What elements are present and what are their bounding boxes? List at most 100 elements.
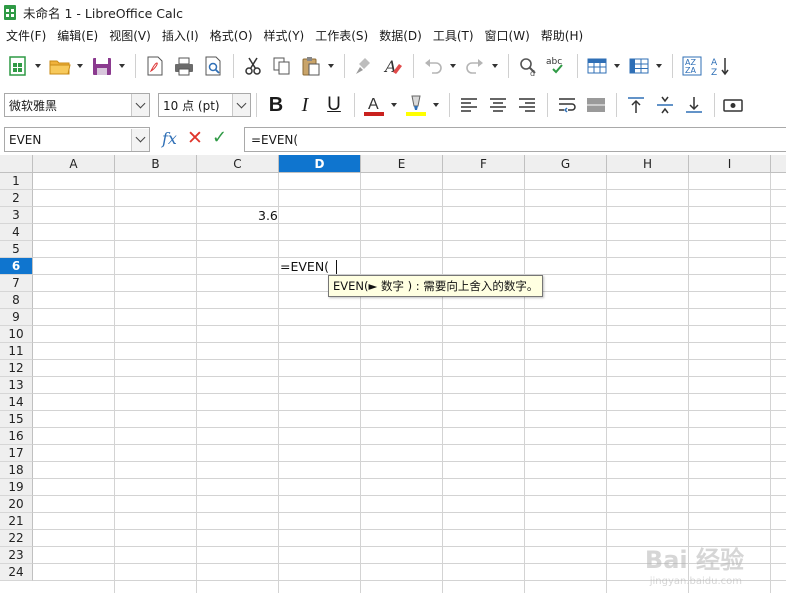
highlight-color-button[interactable] bbox=[402, 91, 430, 119]
row-header-1[interactable]: 1 bbox=[0, 173, 33, 190]
row-header-14[interactable]: 14 bbox=[0, 394, 33, 411]
row-header-23[interactable]: 23 bbox=[0, 547, 33, 564]
italic-button[interactable]: I bbox=[291, 91, 319, 119]
export-pdf-icon[interactable] bbox=[141, 52, 169, 80]
row-header-7[interactable]: 7 bbox=[0, 275, 33, 292]
align-middle-button[interactable] bbox=[651, 91, 679, 119]
row-header-8[interactable]: 8 bbox=[0, 292, 33, 309]
accept-icon[interactable]: ✓ bbox=[212, 127, 227, 148]
select-all-corner[interactable] bbox=[0, 155, 33, 173]
menu-data[interactable]: 数据(D) bbox=[375, 27, 426, 44]
sort-icon[interactable]: AZ ZA bbox=[678, 52, 706, 80]
cancel-icon[interactable]: ✕ bbox=[187, 127, 203, 149]
spelling-icon[interactable]: abc bbox=[543, 52, 571, 80]
undo-icon[interactable] bbox=[419, 52, 447, 80]
save-icon[interactable] bbox=[88, 52, 116, 80]
undo-dropdown-icon[interactable] bbox=[448, 52, 458, 80]
paste-icon[interactable] bbox=[297, 52, 325, 80]
column-header-i[interactable]: I bbox=[689, 155, 771, 173]
wrap-text-button[interactable] bbox=[553, 91, 581, 119]
menu-tools[interactable]: 工具(T) bbox=[429, 27, 478, 44]
highlight-dropdown-icon[interactable] bbox=[431, 91, 441, 119]
row-header-4[interactable]: 4 bbox=[0, 224, 33, 241]
menu-view[interactable]: 视图(V) bbox=[105, 27, 155, 44]
print-preview-icon[interactable] bbox=[199, 52, 227, 80]
align-center-button[interactable] bbox=[484, 91, 512, 119]
copy-icon[interactable] bbox=[268, 52, 296, 80]
redo-dropdown-icon[interactable] bbox=[490, 52, 500, 80]
find-replace-icon[interactable]: d bbox=[514, 52, 542, 80]
row-header-18[interactable]: 18 bbox=[0, 462, 33, 479]
formula-input[interactable]: =EVEN( bbox=[244, 127, 786, 152]
merge-cells-button[interactable] bbox=[582, 91, 610, 119]
font-color-button[interactable]: A bbox=[360, 91, 388, 119]
column-header-f[interactable]: F bbox=[443, 155, 525, 173]
menu-file[interactable]: 文件(F) bbox=[2, 27, 50, 44]
row-header-22[interactable]: 22 bbox=[0, 530, 33, 547]
column-header-j[interactable] bbox=[771, 155, 786, 173]
menu-window[interactable]: 窗口(W) bbox=[481, 27, 534, 44]
row-header-2[interactable]: 2 bbox=[0, 190, 33, 207]
row-header-19[interactable]: 19 bbox=[0, 479, 33, 496]
align-top-button[interactable] bbox=[622, 91, 650, 119]
align-right-button[interactable] bbox=[513, 91, 541, 119]
column-icon[interactable] bbox=[625, 52, 653, 80]
cell-c3[interactable]: 3.6 bbox=[258, 208, 278, 223]
row-header-6[interactable]: 6 bbox=[0, 258, 33, 275]
name-box[interactable]: EVEN bbox=[4, 127, 150, 152]
row-dropdown-icon[interactable] bbox=[612, 52, 622, 80]
column-header-c[interactable]: C bbox=[197, 155, 279, 173]
cell-area[interactable] bbox=[33, 173, 786, 593]
clone-formatting-icon[interactable] bbox=[350, 52, 378, 80]
chevron-down-icon[interactable] bbox=[131, 128, 149, 151]
open-folder-icon[interactable] bbox=[46, 52, 74, 80]
redo-icon[interactable] bbox=[461, 52, 489, 80]
column-header-b[interactable]: B bbox=[115, 155, 197, 173]
row-header-21[interactable]: 21 bbox=[0, 513, 33, 530]
cell-d6[interactable]: =EVEN( bbox=[280, 259, 329, 274]
row-header-16[interactable]: 16 bbox=[0, 428, 33, 445]
open-dropdown-icon[interactable] bbox=[75, 52, 85, 80]
row-header-24[interactable]: 24 bbox=[0, 564, 33, 581]
paste-dropdown-icon[interactable] bbox=[326, 52, 336, 80]
underline-button[interactable]: U bbox=[320, 91, 348, 119]
row-header-13[interactable]: 13 bbox=[0, 377, 33, 394]
font-name-combo[interactable]: 微软雅黑 bbox=[4, 93, 150, 117]
menu-format[interactable]: 格式(O) bbox=[206, 27, 257, 44]
column-header-a[interactable]: A bbox=[33, 155, 115, 173]
new-spreadsheet-icon[interactable] bbox=[4, 52, 32, 80]
row-header-11[interactable]: 11 bbox=[0, 343, 33, 360]
column-header-d[interactable]: D bbox=[279, 155, 361, 173]
row-header-9[interactable]: 9 bbox=[0, 309, 33, 326]
column-dropdown-icon[interactable] bbox=[654, 52, 664, 80]
row-header-20[interactable]: 20 bbox=[0, 496, 33, 513]
save-dropdown-icon[interactable] bbox=[117, 52, 127, 80]
column-header-g[interactable]: G bbox=[525, 155, 607, 173]
font-size-combo[interactable]: 10 点 (pt) bbox=[158, 93, 251, 117]
font-color-dropdown-icon[interactable] bbox=[389, 91, 399, 119]
align-bottom-button[interactable] bbox=[680, 91, 708, 119]
row-header-5[interactable]: 5 bbox=[0, 241, 33, 258]
menu-sheet[interactable]: 工作表(S) bbox=[311, 27, 372, 44]
row-header-15[interactable]: 15 bbox=[0, 411, 33, 428]
menu-insert[interactable]: 插入(I) bbox=[158, 27, 203, 44]
print-icon[interactable] bbox=[170, 52, 198, 80]
clear-formatting-icon[interactable]: A bbox=[379, 52, 407, 80]
row-header-10[interactable]: 10 bbox=[0, 326, 33, 343]
align-left-button[interactable] bbox=[455, 91, 483, 119]
column-header-h[interactable]: H bbox=[607, 155, 689, 173]
bold-button[interactable]: B bbox=[262, 91, 290, 119]
row-icon[interactable] bbox=[583, 52, 611, 80]
chevron-down-icon[interactable] bbox=[232, 94, 250, 116]
column-header-e[interactable]: E bbox=[361, 155, 443, 173]
menu-help[interactable]: 帮助(H) bbox=[537, 27, 587, 44]
chevron-down-icon[interactable] bbox=[131, 94, 149, 116]
function-wizard-icon[interactable]: fx bbox=[162, 129, 177, 148]
cut-icon[interactable] bbox=[239, 52, 267, 80]
menu-styles[interactable]: 样式(Y) bbox=[260, 27, 309, 44]
sort-ascending-icon[interactable]: AZ bbox=[707, 52, 735, 80]
menu-edit[interactable]: 编辑(E) bbox=[53, 27, 102, 44]
row-header-17[interactable]: 17 bbox=[0, 445, 33, 462]
row-header-3[interactable]: 3 bbox=[0, 207, 33, 224]
format-currency-button[interactable] bbox=[720, 91, 748, 119]
